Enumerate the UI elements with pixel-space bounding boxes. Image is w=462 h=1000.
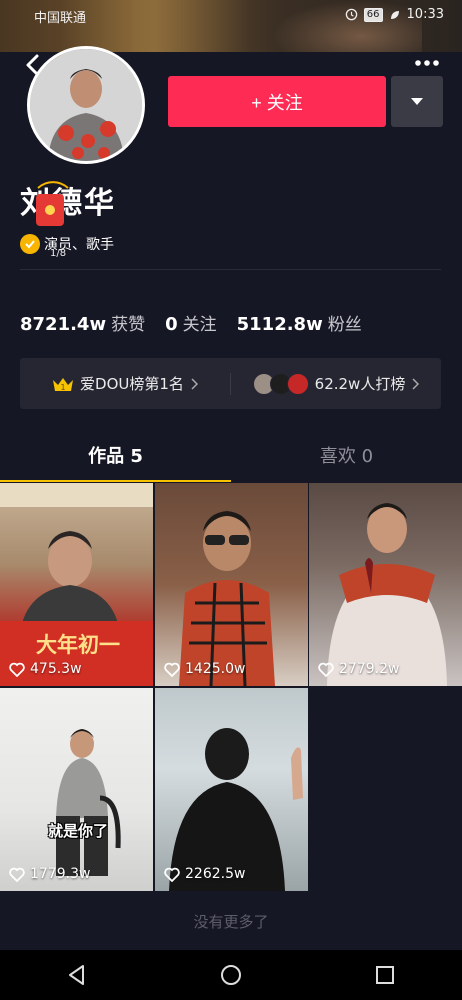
stat-followers[interactable]: 5112.8w 粉丝 xyxy=(237,310,362,335)
video-likes: 1779.3w xyxy=(9,866,90,882)
chevron-right-icon xyxy=(191,377,198,390)
heart-icon xyxy=(164,662,180,677)
video-thumbnail-image xyxy=(179,511,275,686)
rank-position-link[interactable]: 1 爱DOU榜第1名 xyxy=(20,373,230,394)
video-thumbnail[interactable]: 大年初一 475.3w xyxy=(0,483,153,686)
content-tabs: 作品 5 喜欢 0 xyxy=(0,437,462,483)
home-circle-icon[interactable] xyxy=(219,963,243,987)
chevron-right-icon xyxy=(412,377,420,390)
video-likes: 2262.5w xyxy=(164,866,245,882)
carrier-label: 中国联通 xyxy=(34,11,87,26)
heart-icon xyxy=(164,867,180,882)
avatar-image xyxy=(30,49,142,161)
verification-row: 演员、歌手 xyxy=(20,234,114,254)
clock: 10:33 xyxy=(406,7,444,22)
rank-text: 爱DOU榜第1名 xyxy=(80,375,184,393)
video-thumbnail[interactable]: 1425.0w xyxy=(155,483,308,686)
video-likes: 1425.0w xyxy=(164,661,245,677)
divider xyxy=(20,269,441,270)
video-thumbnail[interactable]: 就是你了 1779.3w xyxy=(0,688,153,891)
tab-likes[interactable]: 喜欢 0 xyxy=(231,437,462,483)
active-tab-indicator xyxy=(0,480,231,482)
video-likes: 475.3w xyxy=(9,661,82,677)
heart-icon xyxy=(318,662,334,677)
video-thumbnail-image xyxy=(327,503,447,686)
video-likes: 2779.2w xyxy=(318,661,399,677)
recents-square-icon[interactable] xyxy=(373,963,397,987)
heart-icon xyxy=(9,867,25,882)
rank-card: 1 爱DOU榜第1名 62.2w人打榜 xyxy=(20,358,441,409)
crown-icon: 1 xyxy=(53,377,74,392)
heart-icon xyxy=(9,662,25,677)
video-thumbnail[interactable]: 2262.5w xyxy=(155,688,308,891)
video-thumbnail[interactable]: 2779.2w xyxy=(309,483,462,686)
follow-button[interactable]: + 关注 xyxy=(168,76,386,127)
video-caption: 大年初一 xyxy=(36,633,120,657)
supporter-avatars xyxy=(252,372,309,395)
supporters-text: 62.2w人打榜 xyxy=(314,375,406,393)
battery-indicator: 66 xyxy=(363,7,383,22)
red-packet-progress-ring xyxy=(37,181,69,189)
back-triangle-icon[interactable] xyxy=(65,963,89,987)
stat-likes[interactable]: 8721.4w 获赞 xyxy=(20,310,145,335)
caret-down-icon xyxy=(411,97,423,105)
video-thumbnail-image xyxy=(169,728,303,891)
stats-row: 8721.4w 获赞 0 关注 5112.8w 粉丝 xyxy=(20,310,362,335)
supporter-avatar xyxy=(286,372,309,395)
verified-badge-icon xyxy=(20,234,40,254)
video-thumbnail-image xyxy=(56,729,121,876)
video-caption: 就是你了 xyxy=(48,822,109,840)
red-packet-count: 1/8 xyxy=(50,248,67,259)
system-nav-bar xyxy=(0,950,462,1000)
profile-avatar[interactable] xyxy=(27,46,145,164)
recommend-dropdown-button[interactable] xyxy=(391,76,443,127)
banner-image xyxy=(60,0,250,52)
no-more-text: 没有更多了 xyxy=(193,913,269,931)
stat-following[interactable]: 0 关注 xyxy=(165,310,217,335)
tab-works[interactable]: 作品 5 xyxy=(0,437,231,483)
leaf-icon xyxy=(390,10,399,19)
alarm-icon xyxy=(345,8,358,21)
status-icons: 66 10:33 xyxy=(345,7,444,22)
svg-text:1: 1 xyxy=(61,383,66,392)
rank-supporters-link[interactable]: 62.2w人打榜 xyxy=(231,372,441,395)
status-bar: 中国联通 66 10:33 xyxy=(0,0,462,52)
